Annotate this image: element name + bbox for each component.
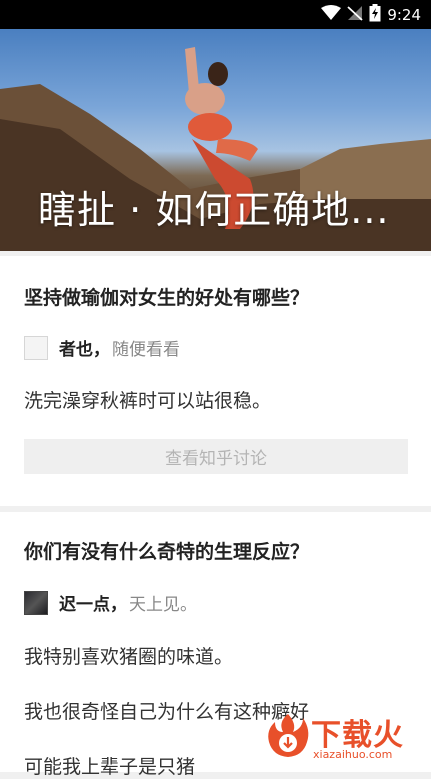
answer-text: 我特别喜欢猪圈的味道。 [24, 646, 234, 668]
question-title[interactable]: 你们有没有什么奇特的生理反应？ [24, 537, 309, 564]
status-bar: 9:24 [0, 0, 431, 29]
status-time: 9:24 [387, 5, 421, 24]
author-bio: 随便看看 [112, 340, 180, 360]
battery-charging-icon [369, 3, 381, 26]
watermark-domain: xiazaihuo.com [313, 748, 393, 761]
watermark: 下载火 xiazaihuo.com [259, 708, 429, 766]
question-title[interactable]: 坚持做瑜伽对女生的好处有哪些？ [24, 283, 309, 310]
story-card[interactable]: 坚持做瑜伽对女生的好处有哪些？ 者也 ， 随便看看 洗完澡穿秋裤时可以站很稳。 … [0, 256, 431, 506]
hero-banner[interactable]: 瞎扯 · 如何正确地... [0, 29, 431, 251]
author-separator: ， [110, 595, 127, 615]
author-bio: 天上见。 [129, 595, 197, 615]
author-separator: ， [93, 340, 110, 360]
author-name: 迟一点 [59, 595, 110, 615]
answer-text: 洗完澡穿秋裤时可以站很稳。 [24, 390, 272, 412]
no-signal-icon [347, 5, 363, 25]
view-discussion-button[interactable]: 查看知乎讨论 [24, 439, 408, 474]
wifi-icon [321, 4, 342, 25]
hero-title: 瞎扯 · 如何正确地... [38, 188, 390, 232]
avatar[interactable] [24, 335, 48, 360]
author-row: 者也 ， 随便看看 [24, 335, 180, 360]
author-name: 者也 [59, 340, 93, 360]
author-row: 迟一点 ， 天上见。 [24, 590, 197, 615]
flame-logo-icon [268, 714, 309, 757]
avatar[interactable] [24, 590, 48, 615]
